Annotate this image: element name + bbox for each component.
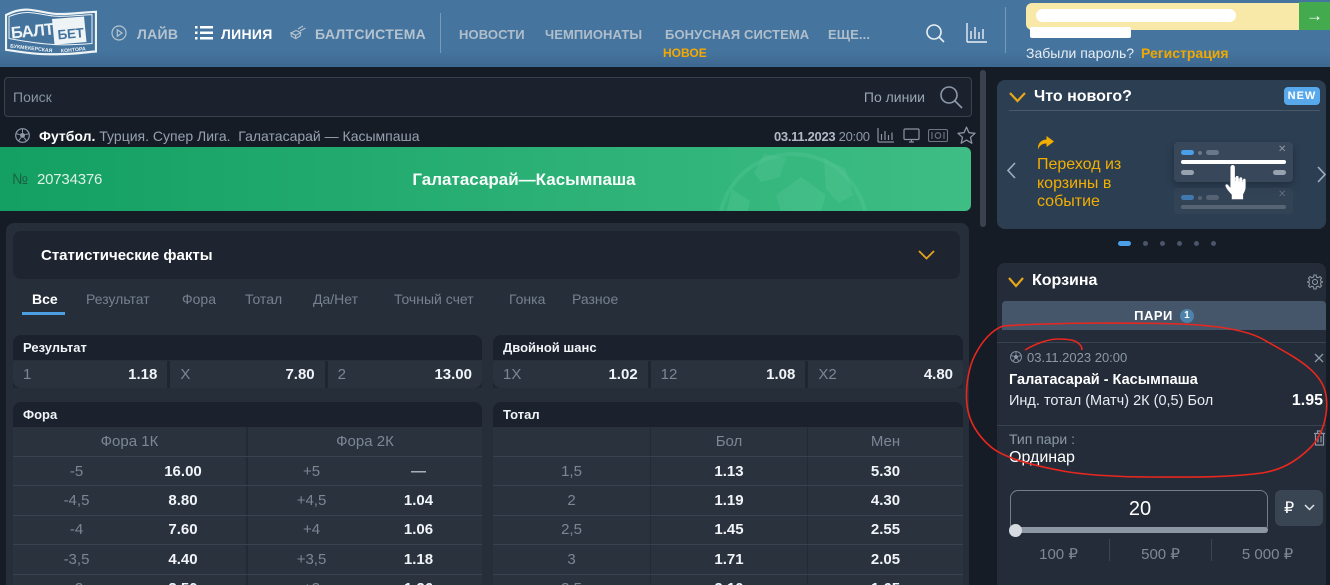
svg-text:БЕТ: БЕТ — [57, 25, 85, 42]
